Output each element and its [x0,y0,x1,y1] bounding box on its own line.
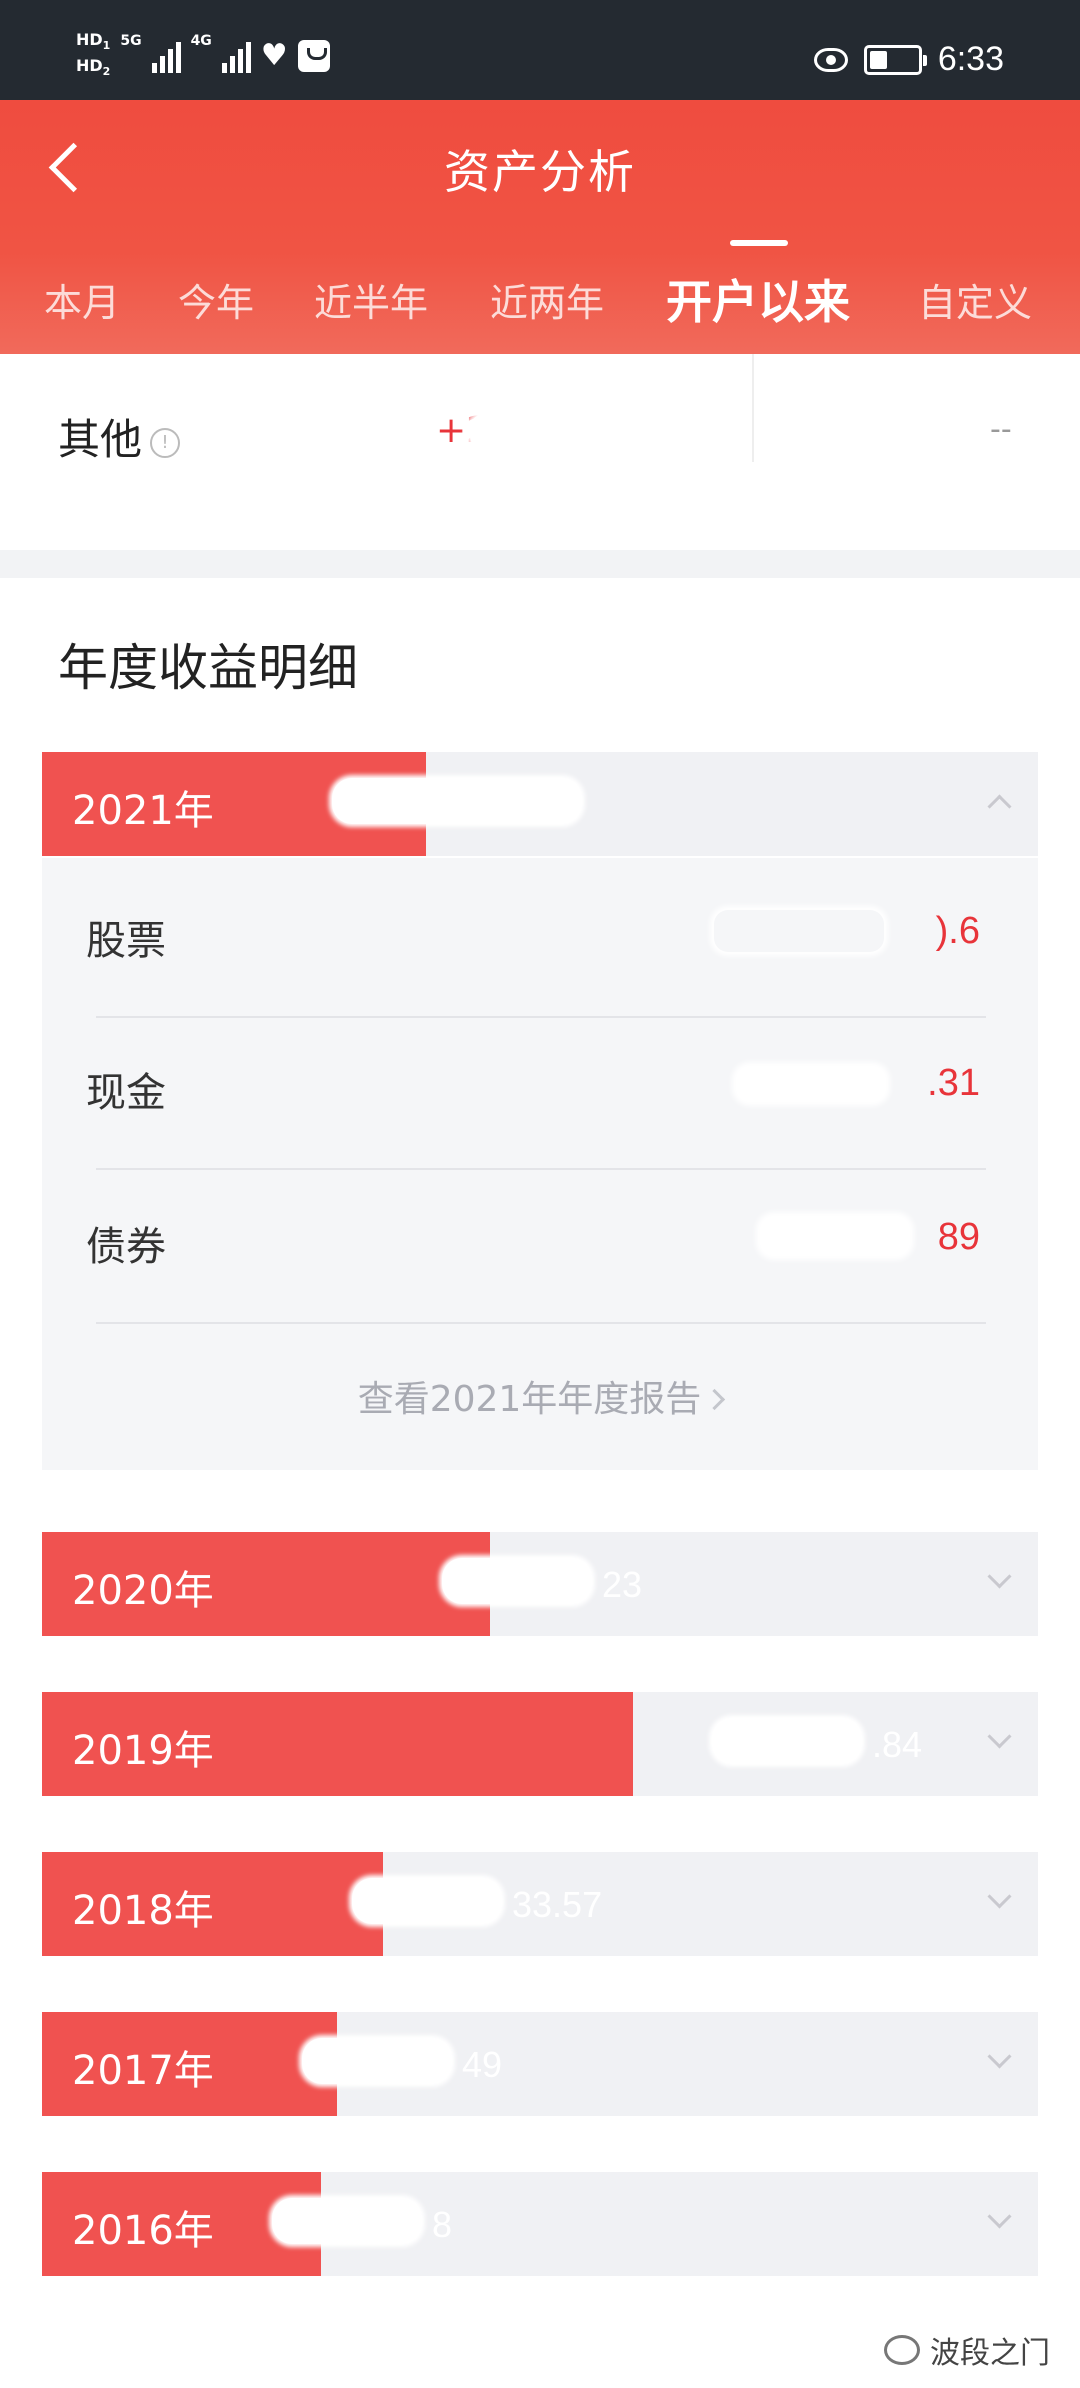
wechat-icon [884,2335,920,2365]
detail-row-bond: 债券 89 [42,1164,1038,1316]
section-gap [0,550,1080,578]
year-label: 2020年 [72,1568,214,1614]
signal-icon [151,39,181,74]
tab-this-month[interactable]: 本月 [44,272,120,327]
other-label: 其他! [58,406,181,467]
row-divider [96,1322,986,1324]
detail-row-stock: 股票 ).6 [42,858,1038,1010]
tab-since-opening[interactable]: 开户以来 [666,266,850,332]
chevron-down-icon[interactable] [987,1884,1012,1909]
chevron-down-icon[interactable] [987,1564,1012,1589]
year-income-value: 23 [602,1564,643,1605]
redaction-mark [272,2198,422,2244]
redaction-mark [760,1216,910,1256]
period-tabs: 本月 今年 近半年 近两年 开户以来 自定义 [0,260,1080,354]
chevron-down-icon[interactable] [987,2044,1012,2069]
battery-icon [863,44,927,75]
year-row-2017[interactable]: 2017年 49 [42,2012,1038,2116]
year-row-2016[interactable]: 2016年 8 [42,2172,1038,2276]
year-income-value: 8 [432,2204,453,2245]
redaction-mark [302,2038,452,2084]
status-right: 6:33 [813,40,1004,79]
year-income-value: 49 [462,2044,503,2085]
signal-icon-2 [221,39,251,74]
chevron-right-icon [704,1388,726,1411]
watermark: 波段之门 [884,2328,1050,2372]
page-title: 资产分析 [444,145,636,199]
redaction-mark [714,910,884,952]
year-row-2019[interactable]: 2019年 .84 [42,1692,1038,1796]
shopping-bag-icon [297,40,330,73]
clock: 6:33 [937,40,1004,78]
year-label: 2021年 [72,788,214,834]
tab-two-years[interactable]: 近两年 [490,272,604,327]
other-secondary-value: -- [990,412,1012,447]
detail-value-bond: 89 [937,1216,980,1258]
redaction-mark [470,414,680,450]
detail-label-cash: 现金 [86,1070,166,1116]
app-header: 资产分析 本月 今年 近半年 近两年 开户以来 自定义 [0,100,1080,354]
chevron-down-icon[interactable] [987,1724,1012,1749]
annual-report-link[interactable]: 查看2021年年度报告 [42,1370,1038,1422]
network1-label: 5G [120,33,142,49]
tab-half-year[interactable]: 近半年 [314,272,428,327]
sim1-label: HD1 [76,30,111,53]
info-icon[interactable]: ! [150,428,181,458]
redaction-mark [332,778,582,824]
year-income-value: 33.57 [512,1884,603,1925]
year-label: 2019年 [72,1728,214,1774]
eye-icon [813,47,848,72]
status-bar: HD1 HD2 5G 4G ♥ 6:33 [0,0,1080,100]
detail-value-stock: ).6 [935,910,980,952]
redaction-mark [736,1066,886,1102]
year-row-2021[interactable]: 2021年 [42,752,1038,856]
sim-indicators: HD1 HD2 [76,30,110,82]
detail-label-bond: 债券 [86,1224,166,1270]
year-income-value: .84 [872,1724,923,1765]
chevron-up-icon[interactable] [987,794,1012,819]
redaction-mark [712,1718,862,1764]
detail-row-cash: 现金 .31 [42,1010,1038,1162]
year-row-2020[interactable]: 2020年 23 [42,1532,1038,1636]
year-label: 2018年 [72,1888,214,1934]
watermark-text: 波段之门 [930,2336,1050,2371]
year-2021-detail: 股票 ).6 现金 .31 债券 89 查看2021年年度报告 [42,858,1038,1470]
chevron-down-icon[interactable] [987,2204,1012,2229]
status-left: HD1 HD2 5G 4G ♥ [76,30,330,82]
year-label: 2016年 [72,2208,214,2254]
divider [752,354,754,462]
year-label: 2017年 [72,2048,214,2094]
active-tab-indicator [730,240,788,246]
annual-section-title: 年度收益明细 [58,639,358,697]
detail-value-cash: .31 [927,1062,980,1104]
detail-label-stock: 股票 [86,918,166,964]
other-asset-row: 其他! +2 -- [0,354,1080,550]
heart-icon: ♥ [260,38,288,74]
sim2-label: HD2 [76,56,111,79]
tab-this-year[interactable]: 今年 [178,272,254,327]
year-row-2018[interactable]: 2018年 33.57 [42,1852,1038,1956]
tab-custom[interactable]: 自定义 [918,272,1032,327]
redaction-mark [442,1558,592,1604]
network2-label: 4G [190,33,212,49]
redaction-mark [352,1878,502,1924]
